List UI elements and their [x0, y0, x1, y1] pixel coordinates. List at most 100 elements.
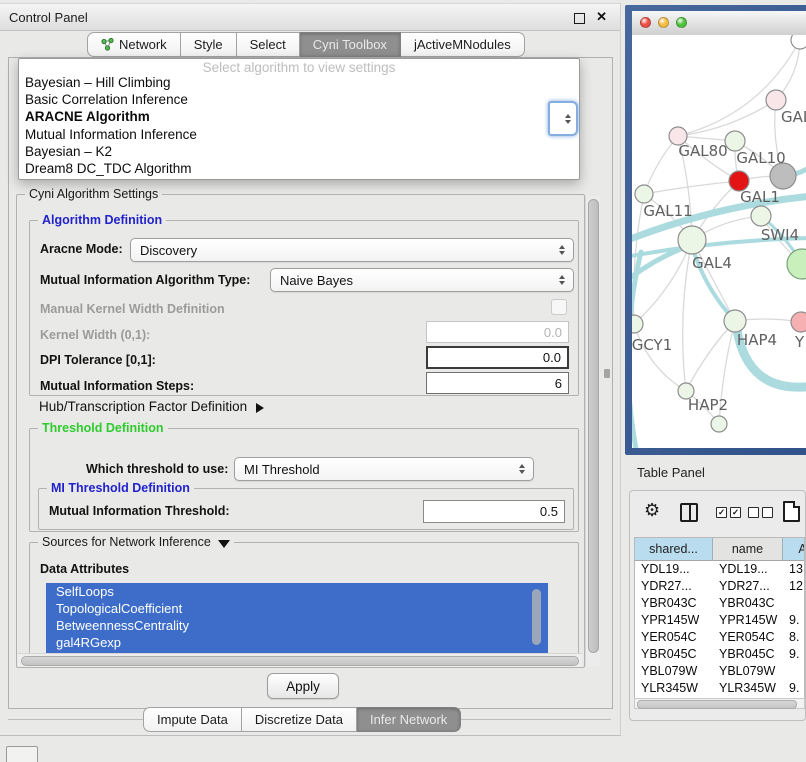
network-canvas[interactable]: GALGAL80GAL10GAL1GAL11SWI4GAL4GCY1HAP4YH… [632, 35, 806, 448]
bottom-tab-label-discretize-data: Discretize Data [255, 712, 343, 727]
close-traffic-light[interactable] [640, 17, 651, 28]
kernel-width-label: Kernel Width (0,1): [40, 328, 150, 342]
algorithm-option-bayesian-k2[interactable]: Bayesian – K2 [23, 143, 575, 160]
settings-hscrollbar-thumb[interactable] [21, 656, 579, 666]
network-node[interactable] [787, 249, 806, 279]
node-label-gcy1: GCY1 [632, 336, 672, 354]
table-row[interactable]: YDL19...YDL19...13 [635, 561, 804, 578]
table-row[interactable]: YBR045CYBR045C9. [635, 646, 804, 663]
network-select-fragment[interactable] [548, 101, 578, 136]
tab-select[interactable]: Select [237, 32, 300, 57]
close-icon[interactable]: ✕ [596, 9, 607, 25]
network-icon [101, 38, 114, 51]
bottom-tab-discretize-data[interactable]: Discretize Data [242, 707, 357, 732]
kernel-width-field: 0.0 [426, 321, 569, 343]
network-edge[interactable] [678, 100, 776, 136]
attribute-item-betweennesscentrality[interactable]: BetweennessCentrality [46, 617, 548, 634]
column-header-a[interactable]: A [783, 538, 805, 561]
mi-threshold-definition-group: MI Threshold Definition Mutual Informati… [38, 488, 574, 530]
minimize-traffic-light[interactable] [658, 17, 669, 28]
algorithm-option-aracne-algorithm[interactable]: ARACNE Algorithm [23, 108, 575, 125]
table-cell: YLR345W [713, 680, 783, 697]
network-node[interactable] [791, 35, 806, 49]
columns-icon[interactable] [680, 503, 698, 522]
list-scrollbar-thumb[interactable] [532, 589, 541, 645]
network-edge[interactable] [683, 240, 692, 391]
table-row[interactable]: YBL079WYBL079W [635, 663, 804, 680]
table-row[interactable]: YLR345WYLR345W9. [635, 680, 804, 697]
tab-style[interactable]: Style [181, 32, 237, 57]
column-header-name[interactable]: name [713, 538, 783, 561]
gear-icon[interactable]: ⚙ [644, 500, 660, 521]
table-header-row: shared...nameA [635, 538, 804, 561]
group-title: Threshold Definition [38, 421, 168, 435]
apply-button[interactable]: Apply [267, 673, 339, 699]
table-cell: 9. [783, 612, 805, 629]
network-node[interactable] [711, 416, 727, 432]
hub-section-toggle[interactable]: Hub/Transcription Factor Definition [39, 399, 264, 414]
group-title: Cyni Algorithm Settings [25, 187, 162, 201]
tab-network[interactable]: Network [87, 32, 181, 57]
mi-threshold-value: 0.5 [540, 504, 558, 519]
network-node-gal11[interactable] [635, 185, 653, 203]
node-table: shared...nameA YDL19...YDL19...13YDR27..… [634, 537, 805, 703]
tab-jactivemnodules[interactable]: jActiveMNodules [401, 32, 525, 57]
network-node-gal[interactable] [766, 90, 786, 110]
zoom-traffic-light[interactable] [676, 17, 687, 28]
sources-toggle[interactable]: Sources for Network Inference [38, 535, 234, 549]
data-attributes-list[interactable]: SelfLoopsTopologicalCoefficientBetweenne… [46, 583, 548, 653]
table-hscrollbar-thumb[interactable] [637, 700, 797, 709]
manual-kernel-width-checkbox[interactable] [551, 299, 567, 315]
table-cell: 13 [783, 561, 805, 578]
mi-threshold-field[interactable]: 0.5 [423, 500, 565, 523]
network-node-hap4[interactable] [724, 310, 746, 332]
network-node-gal10[interactable] [725, 131, 745, 151]
network-window-titlebar[interactable] [632, 11, 806, 36]
mi-threshold-label: Mutual Information Threshold: [49, 504, 230, 518]
algorithm-option-mutual-information-inference[interactable]: Mutual Information Inference [23, 126, 575, 143]
settings-hscrollbar[interactable] [18, 653, 582, 667]
sources-group: Sources for Network Inference Data Attri… [29, 542, 579, 665]
collapsed-panel-tab[interactable] [6, 746, 38, 762]
algorithm-option-bayesian-hill-climbing[interactable]: Bayesian – Hill Climbing [23, 74, 575, 91]
bottom-tab-impute-data[interactable]: Impute Data [143, 707, 242, 732]
new-table-icon[interactable] [783, 501, 800, 522]
select-all-icon[interactable]: ✓✓ [716, 507, 741, 518]
control-panel-window: Control Panel ✕ NetworkStyleSelectCyni T… [0, 3, 621, 736]
attribute-item-selfloops[interactable]: SelfLoops [46, 583, 548, 600]
network-node-y[interactable] [791, 312, 806, 332]
algorithm-option-dream8-dc-tdc-algorithm[interactable]: Dream8 DC_TDC Algorithm [23, 160, 575, 177]
network-node-swi4[interactable] [751, 206, 771, 226]
network-edge[interactable] [644, 181, 739, 194]
settings-vscrollbar[interactable] [585, 196, 600, 666]
table-row[interactable]: YDR27...YDR27...12 [635, 578, 804, 595]
dpi-tolerance-field[interactable]: 0.0 [426, 346, 569, 369]
attribute-item-topologicalcoefficient[interactable]: TopologicalCoefficient [46, 600, 548, 617]
control-panel-titlebar[interactable]: Control Panel ✕ [0, 4, 620, 31]
which-threshold-select[interactable]: MI Threshold [234, 457, 534, 481]
table-cell: YDR27... [635, 578, 713, 595]
tab-cyni-toolbox[interactable]: Cyni Toolbox [300, 32, 401, 57]
attribute-item-gal4rgexp[interactable]: gal4RGexp [46, 634, 548, 651]
float-icon[interactable] [574, 13, 585, 24]
column-header-shared[interactable]: shared... [635, 538, 713, 561]
table-row[interactable]: YER054CYER054C8. [635, 629, 804, 646]
panel-divider-grip[interactable] [604, 369, 610, 378]
aracne-mode-select[interactable]: Discovery [130, 238, 574, 262]
bottom-tab-infer-network[interactable]: Infer Network [357, 707, 461, 732]
algorithm-definition-group: Algorithm Definition Aracne Mode: Discov… [29, 220, 579, 396]
table-panel-titlebar[interactable]: Table Panel [625, 458, 805, 486]
network-node-gal4[interactable] [678, 226, 706, 254]
table-row[interactable]: YBR043CYBR043C [635, 595, 804, 612]
table-cell: YBR045C [635, 646, 713, 663]
algorithm-option-basic-correlation-inference[interactable]: Basic Correlation Inference [23, 91, 575, 108]
mi-steps-field[interactable]: 6 [426, 372, 569, 394]
table-hscrollbar[interactable] [634, 698, 805, 709]
network-edge[interactable] [634, 324, 686, 391]
network-edge[interactable] [644, 136, 678, 194]
table-row[interactable]: YPR145WYPR145W9. [635, 612, 804, 629]
mi-type-select[interactable]: Naive Bayes [270, 268, 574, 292]
table-cell: 12 [783, 578, 805, 595]
settings-vscrollbar-thumb[interactable] [588, 199, 599, 653]
deselect-all-icon[interactable] [748, 507, 773, 518]
